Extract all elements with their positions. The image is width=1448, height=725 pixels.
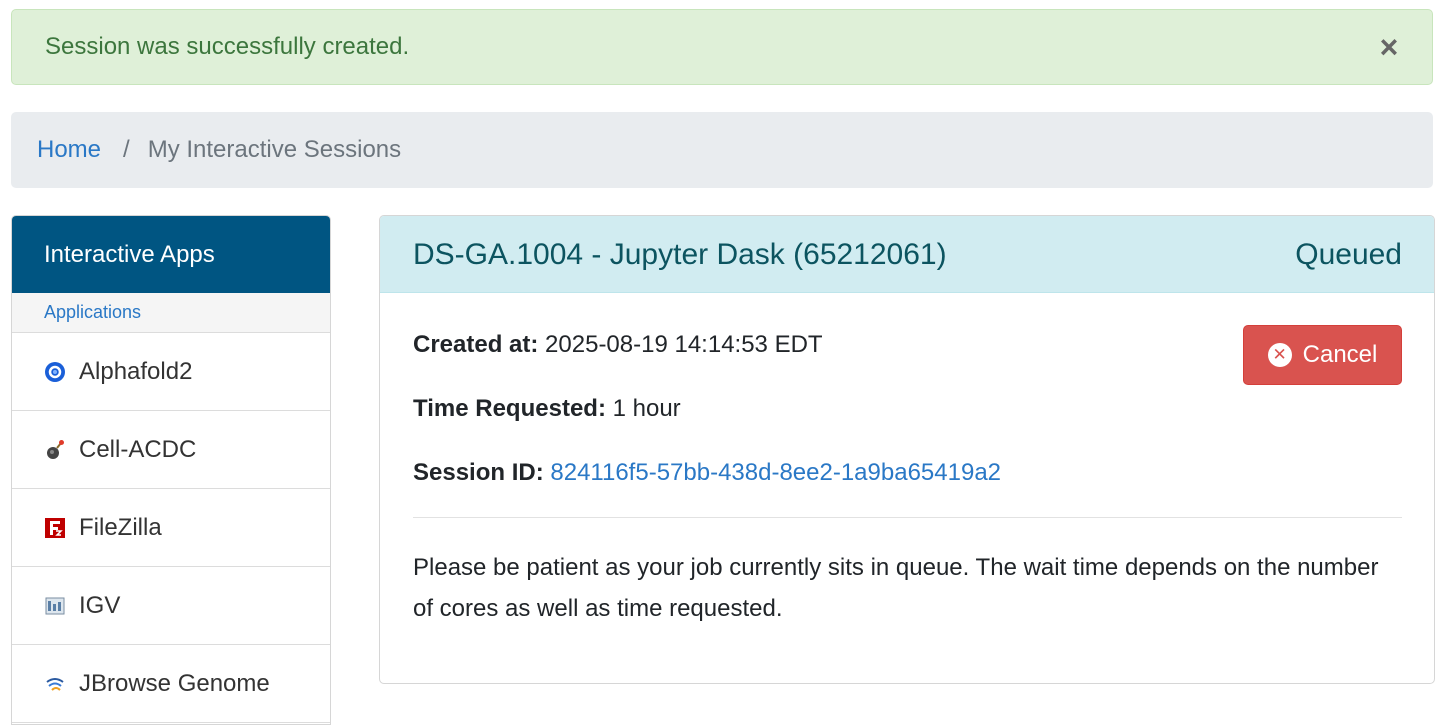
sidebar-item-label: IGV [79, 591, 121, 619]
filezilla-icon [44, 517, 66, 539]
sidebar-item-label: Alphafold2 [79, 357, 193, 385]
cancel-x-icon: ✕ [1267, 343, 1292, 367]
sidebar-section-applications: Applications [12, 293, 330, 333]
time-requested-value: 1 hour [612, 395, 681, 422]
session-id-link[interactable]: 824116f5-57bb-438d-8ee2-1a9ba65419a2 [550, 459, 1001, 486]
sidebar-item-label: Cell-ACDC [79, 435, 197, 463]
sidebar-item-cell-acdc[interactable]: Cell-ACDC [12, 411, 330, 489]
sidebar-item-igv[interactable]: IGV [12, 567, 330, 645]
close-icon[interactable]: × [1374, 30, 1404, 64]
created-at-value: 2025-08-19 14:14:53 EDT [545, 331, 823, 358]
alphafold-icon [44, 361, 66, 383]
sidebar-item-alphafold2[interactable]: Alphafold2 [12, 333, 330, 411]
created-at-label: Created at: [413, 331, 539, 358]
time-requested-label: Time Requested: [413, 395, 606, 422]
session-id-row: Session ID: 824116f5-57bb-438d-8ee2-1a9b… [413, 459, 1001, 487]
cancel-button[interactable]: ✕ Cancel [1243, 325, 1402, 385]
breadcrumb: Home / My Interactive Sessions [11, 112, 1433, 188]
breadcrumb-separator: / [123, 136, 130, 163]
session-id-label: Session ID: [413, 459, 544, 486]
sidebar-title: Interactive Apps [12, 216, 330, 293]
created-at-row: Created at: 2025-08-19 14:14:53 EDT [413, 331, 823, 359]
alert-message: Session was successfully created. [45, 33, 410, 60]
igv-icon [44, 595, 66, 617]
time-requested-row: Time Requested: 1 hour [413, 395, 681, 423]
sidebar-item-label: JBrowse Genome [79, 669, 270, 697]
cancel-button-label: Cancel [1302, 341, 1378, 368]
session-title: DS-GA.1004 - Jupyter Dask (65212061) [413, 238, 947, 271]
divider [413, 517, 1402, 518]
session-card: DS-GA.1004 - Jupyter Dask (65212061) Que… [379, 215, 1435, 684]
breadcrumb-home-link[interactable]: Home [37, 136, 101, 163]
cell-acdc-icon [44, 439, 66, 461]
session-card-header: DS-GA.1004 - Jupyter Dask (65212061) Que… [380, 216, 1434, 293]
jbrowse-icon [44, 673, 66, 695]
sidebar-item-jbrowse[interactable]: JBrowse Genome [12, 645, 330, 723]
breadcrumb-current: My Interactive Sessions [147, 136, 402, 163]
sidebar-item-label: FileZilla [79, 513, 162, 541]
interactive-apps-sidebar: Interactive Apps Applications Alphafold2… [11, 215, 331, 725]
queue-message: Please be patient as your job currently … [413, 554, 1379, 622]
sidebar-item-filezilla[interactable]: FileZilla [12, 489, 330, 567]
success-alert: Session was successfully created. × [11, 9, 1433, 85]
status-badge: Queued [1295, 238, 1402, 271]
